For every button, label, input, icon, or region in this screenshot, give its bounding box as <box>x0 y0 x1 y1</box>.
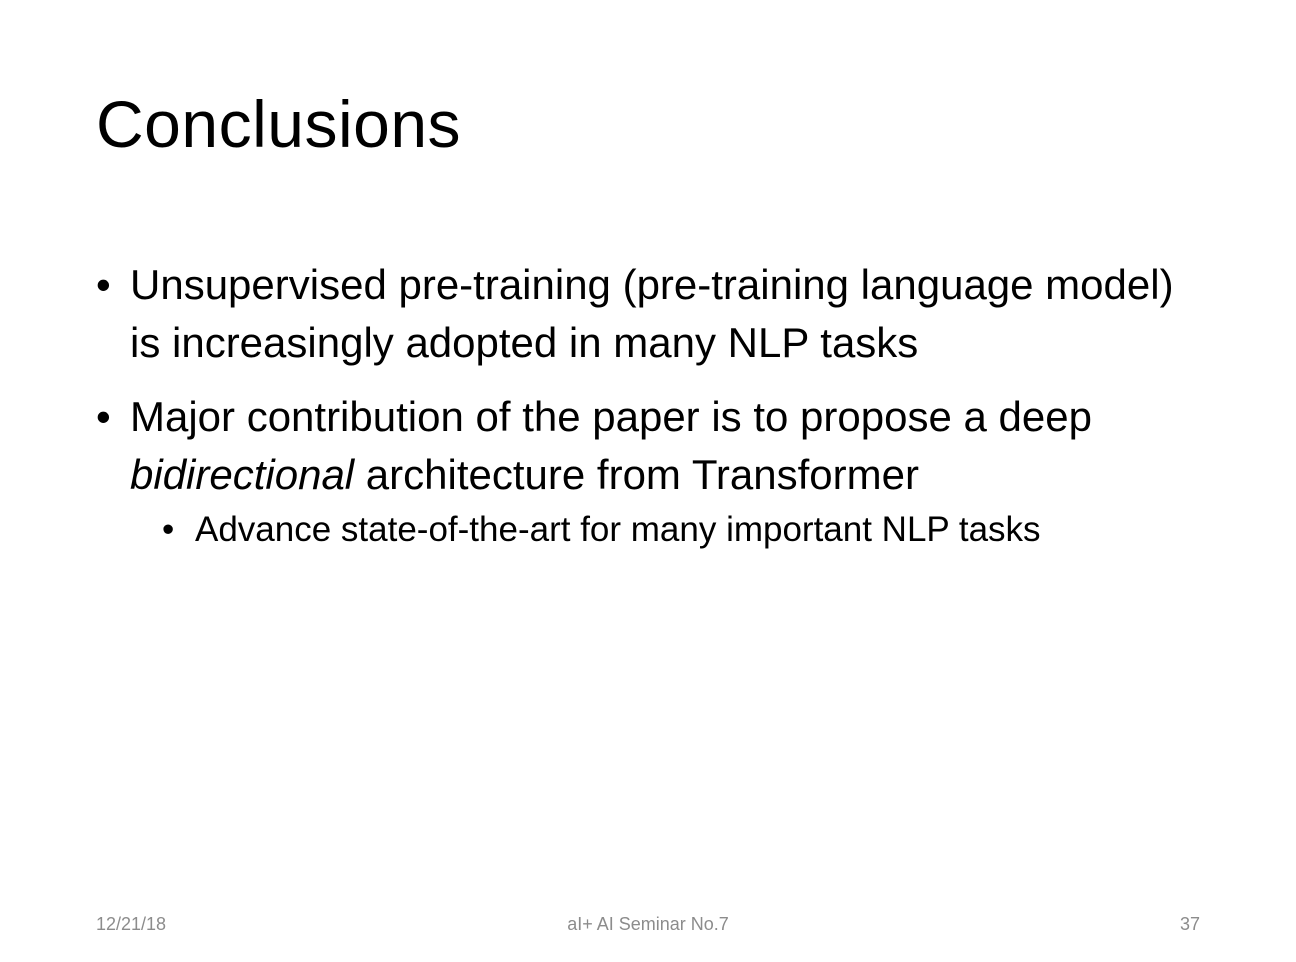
bullet-text: Major contribution of the paper is to pr… <box>130 393 1092 498</box>
slide-body: • Unsupervised pre-training (pre-trainin… <box>96 256 1196 554</box>
bullet-text-emphasis: bidirectional <box>130 451 355 498</box>
sub-bullet-text: Advance state-of-the-art for many import… <box>195 510 1041 549</box>
bullet-text-part: Major contribution of the paper is to pr… <box>130 393 1092 440</box>
bullet-item: • Unsupervised pre-training (pre-trainin… <box>96 256 1196 372</box>
sub-bullet-icon: • <box>162 510 175 549</box>
bullet-icon: • <box>96 261 111 308</box>
bullet-item: • Major contribution of the paper is to … <box>96 388 1196 504</box>
bullet-text-part: architecture from Transformer <box>354 451 919 498</box>
bullet-icon: • <box>96 393 111 440</box>
slide: Conclusions • Unsupervised pre-training … <box>0 0 1296 962</box>
slide-number: 37 <box>1179 914 1200 934</box>
sub-bullet-item: • Advance state-of-the-art for many impo… <box>162 506 1196 554</box>
footer-title: aI+ AI Seminar No.7 <box>567 914 729 934</box>
bullet-text: Unsupervised pre-training (pre-training … <box>130 261 1174 366</box>
slide-title: Conclusions <box>96 87 462 161</box>
